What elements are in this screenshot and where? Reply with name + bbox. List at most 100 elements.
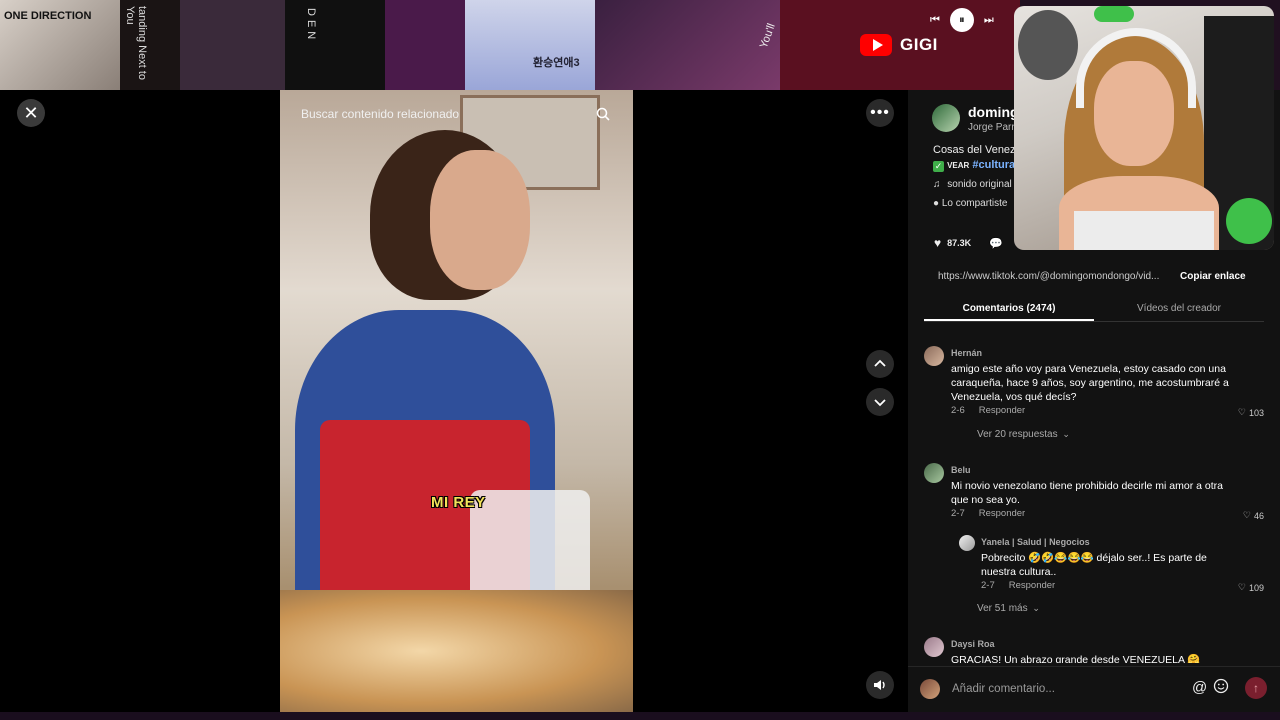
comment-like-count: 109 (1248, 582, 1264, 593)
share-link-url[interactable]: https://www.tiktok.com/@domingomondongo/… (938, 271, 1178, 282)
heart-outline-icon: ♡ (1237, 582, 1246, 592)
sound-label: sonido original (947, 179, 1012, 190)
comment-username[interactable]: Yanela | Salud | Negocios (981, 537, 1090, 547)
video-player[interactable]: Buscar contenido relacionado MI REY (280, 90, 633, 712)
video-frame-person-face (430, 150, 530, 290)
comment-like[interactable]: ♡ 109 (1238, 582, 1264, 593)
tab-creator-videos[interactable]: Vídeos del creador (1094, 298, 1264, 321)
comment-like-count: 103 (1248, 407, 1264, 418)
comment-like-count: 46 (1253, 510, 1264, 521)
reply-item: Yanela | Salud | Negocios Pobrecito 🤣🤣😂😂… (959, 535, 1264, 595)
webcam-plush-toy (1094, 6, 1134, 22)
post-description: Cosas del Venez (933, 144, 1016, 156)
webcam-headphones (1076, 28, 1196, 108)
next-video-button[interactable] (866, 388, 894, 416)
album-tile-text: 환승연애3 (533, 57, 580, 69)
tab-comments[interactable]: Comentarios (2474) (924, 298, 1094, 321)
check-icon: ✓ (933, 161, 944, 172)
album-tile: tanding Next to You (120, 0, 180, 90)
album-tile-text: You'll (757, 21, 778, 51)
album-tile-text: tanding Next to You (124, 6, 148, 80)
search-icon[interactable] (596, 107, 610, 121)
post-stats: ♥ 87.3K 💬 (934, 236, 1003, 250)
webcam-plush-toy (1226, 198, 1272, 244)
panel-tabs: Comentarios (2474) Vídeos del creador (924, 298, 1264, 322)
comment-item: Hernán amigo este año voy para Venezuela… (924, 346, 1264, 430)
next-icon[interactable]: ⏭ (984, 14, 994, 27)
comment-meta: 2-6 Responder (951, 405, 1025, 416)
album-tile-text: DEN (305, 8, 317, 44)
more-options-button[interactable]: ••• (866, 99, 894, 127)
pause-button[interactable]: ⏸ (949, 8, 974, 32)
shared-avatar-icon: ● (933, 198, 940, 209)
video-frame-bread (280, 590, 633, 712)
view-replies-button[interactable]: Ver 20 respuestas ⌄ (977, 429, 1070, 440)
search-related-prompt[interactable]: Buscar contenido relacionado (301, 107, 459, 121)
album-tile: You'll (595, 0, 780, 90)
view-more-label: Ver 51 más (977, 603, 1028, 614)
comment-avatar[interactable] (924, 463, 944, 483)
volume-button[interactable] (866, 671, 894, 699)
comment-item: Belu Mi novio venezolano tiene prohibido… (924, 463, 1264, 527)
chevron-up-icon (874, 359, 886, 367)
author-avatar[interactable] (932, 104, 960, 132)
sound-row[interactable]: ♫ sonido original (933, 179, 1012, 190)
emoji-icon[interactable] (1213, 678, 1229, 694)
comment-username[interactable]: Belu (951, 465, 971, 475)
copy-link-button[interactable]: Copiar enlace (1180, 271, 1246, 282)
album-tile: DEN (285, 0, 385, 90)
comment-date: 2-7 (981, 580, 995, 591)
comment-avatar[interactable] (924, 346, 944, 366)
chevron-down-icon: ⌄ (1032, 603, 1040, 613)
comment-date: 2-6 (951, 405, 965, 416)
comment-meta: 2-7 Responder (981, 580, 1055, 591)
comment-text: Pobrecito 🤣🤣😂😂😂 déjalo ser..! Es parte d… (981, 552, 1207, 578)
bottom-banner-strip (0, 712, 1280, 720)
heart-outline-icon: ♡ (1237, 407, 1246, 417)
heart-icon[interactable]: ♥ (934, 236, 941, 250)
video-caption: MI REY (431, 494, 486, 511)
screen: ONE DIRECTION tanding Next to You DEN 환승… (0, 0, 1280, 720)
music-player-controls: ⏮ ⏸ ⏭ (930, 8, 994, 32)
comment-avatar[interactable] (959, 535, 975, 551)
webcam-overlay (1014, 6, 1274, 250)
youtube-icon (860, 34, 892, 56)
chevron-down-icon: ⌄ (1062, 429, 1070, 439)
current-user-avatar (920, 679, 940, 699)
arrow-up-icon: ↑ (1253, 681, 1259, 695)
comment-username[interactable]: Daysi Roa (951, 639, 995, 649)
reply-button[interactable]: Responder (979, 405, 1025, 416)
send-button[interactable]: ↑ (1245, 677, 1267, 699)
comment-input[interactable] (952, 677, 1188, 701)
more-dots-icon: ••• (870, 104, 890, 121)
comment-avatar[interactable] (924, 637, 944, 657)
channel-name: GIGI (900, 35, 938, 54)
view-more-button[interactable]: Ver 51 más ⌄ (977, 603, 1040, 614)
comment-username[interactable]: Hernán (951, 348, 982, 358)
comment-text: amigo este año voy para Venezuela, estoy… (951, 363, 1229, 403)
comment-item: Daysi Roa GRACIAS! Un abrazo grande desd… (924, 637, 1264, 663)
comment-like[interactable]: ♡ 46 (1243, 510, 1264, 521)
mention-icon[interactable]: @ (1192, 679, 1207, 696)
album-tile (180, 0, 285, 90)
comment-meta: 2-7 Responder (951, 508, 1025, 519)
comment-icon[interactable]: 💬 (989, 237, 1003, 250)
album-tile: 환승연애3 (465, 0, 595, 90)
close-button[interactable]: ✕ (17, 99, 45, 127)
webcam-person-top (1074, 211, 1214, 250)
comment-like[interactable]: ♡ 103 (1238, 407, 1264, 418)
comment-text: GRACIAS! Un abrazo grande desde VENEZUEL… (951, 654, 1201, 663)
video-viewer: ✕ Buscar contenido relacionado MI REY ••… (0, 90, 908, 720)
share-link-box: https://www.tiktok.com/@domingomondongo/… (926, 262, 1264, 290)
heart-outline-icon: ♡ (1242, 510, 1251, 520)
shared-row: ● Lo compartiste (933, 198, 1007, 209)
music-note-icon: ♫ (933, 179, 941, 190)
view-replies-label: Ver 20 respuestas (977, 429, 1058, 440)
reply-button[interactable]: Responder (979, 508, 1025, 519)
previous-video-button[interactable] (866, 350, 894, 378)
previous-icon[interactable]: ⏮ (930, 14, 940, 27)
reply-button[interactable]: Responder (1009, 580, 1055, 591)
webcam-wall-decoration (1018, 10, 1078, 80)
volume-icon (874, 680, 885, 690)
youtube-channel-badge: GIGI (860, 34, 938, 56)
